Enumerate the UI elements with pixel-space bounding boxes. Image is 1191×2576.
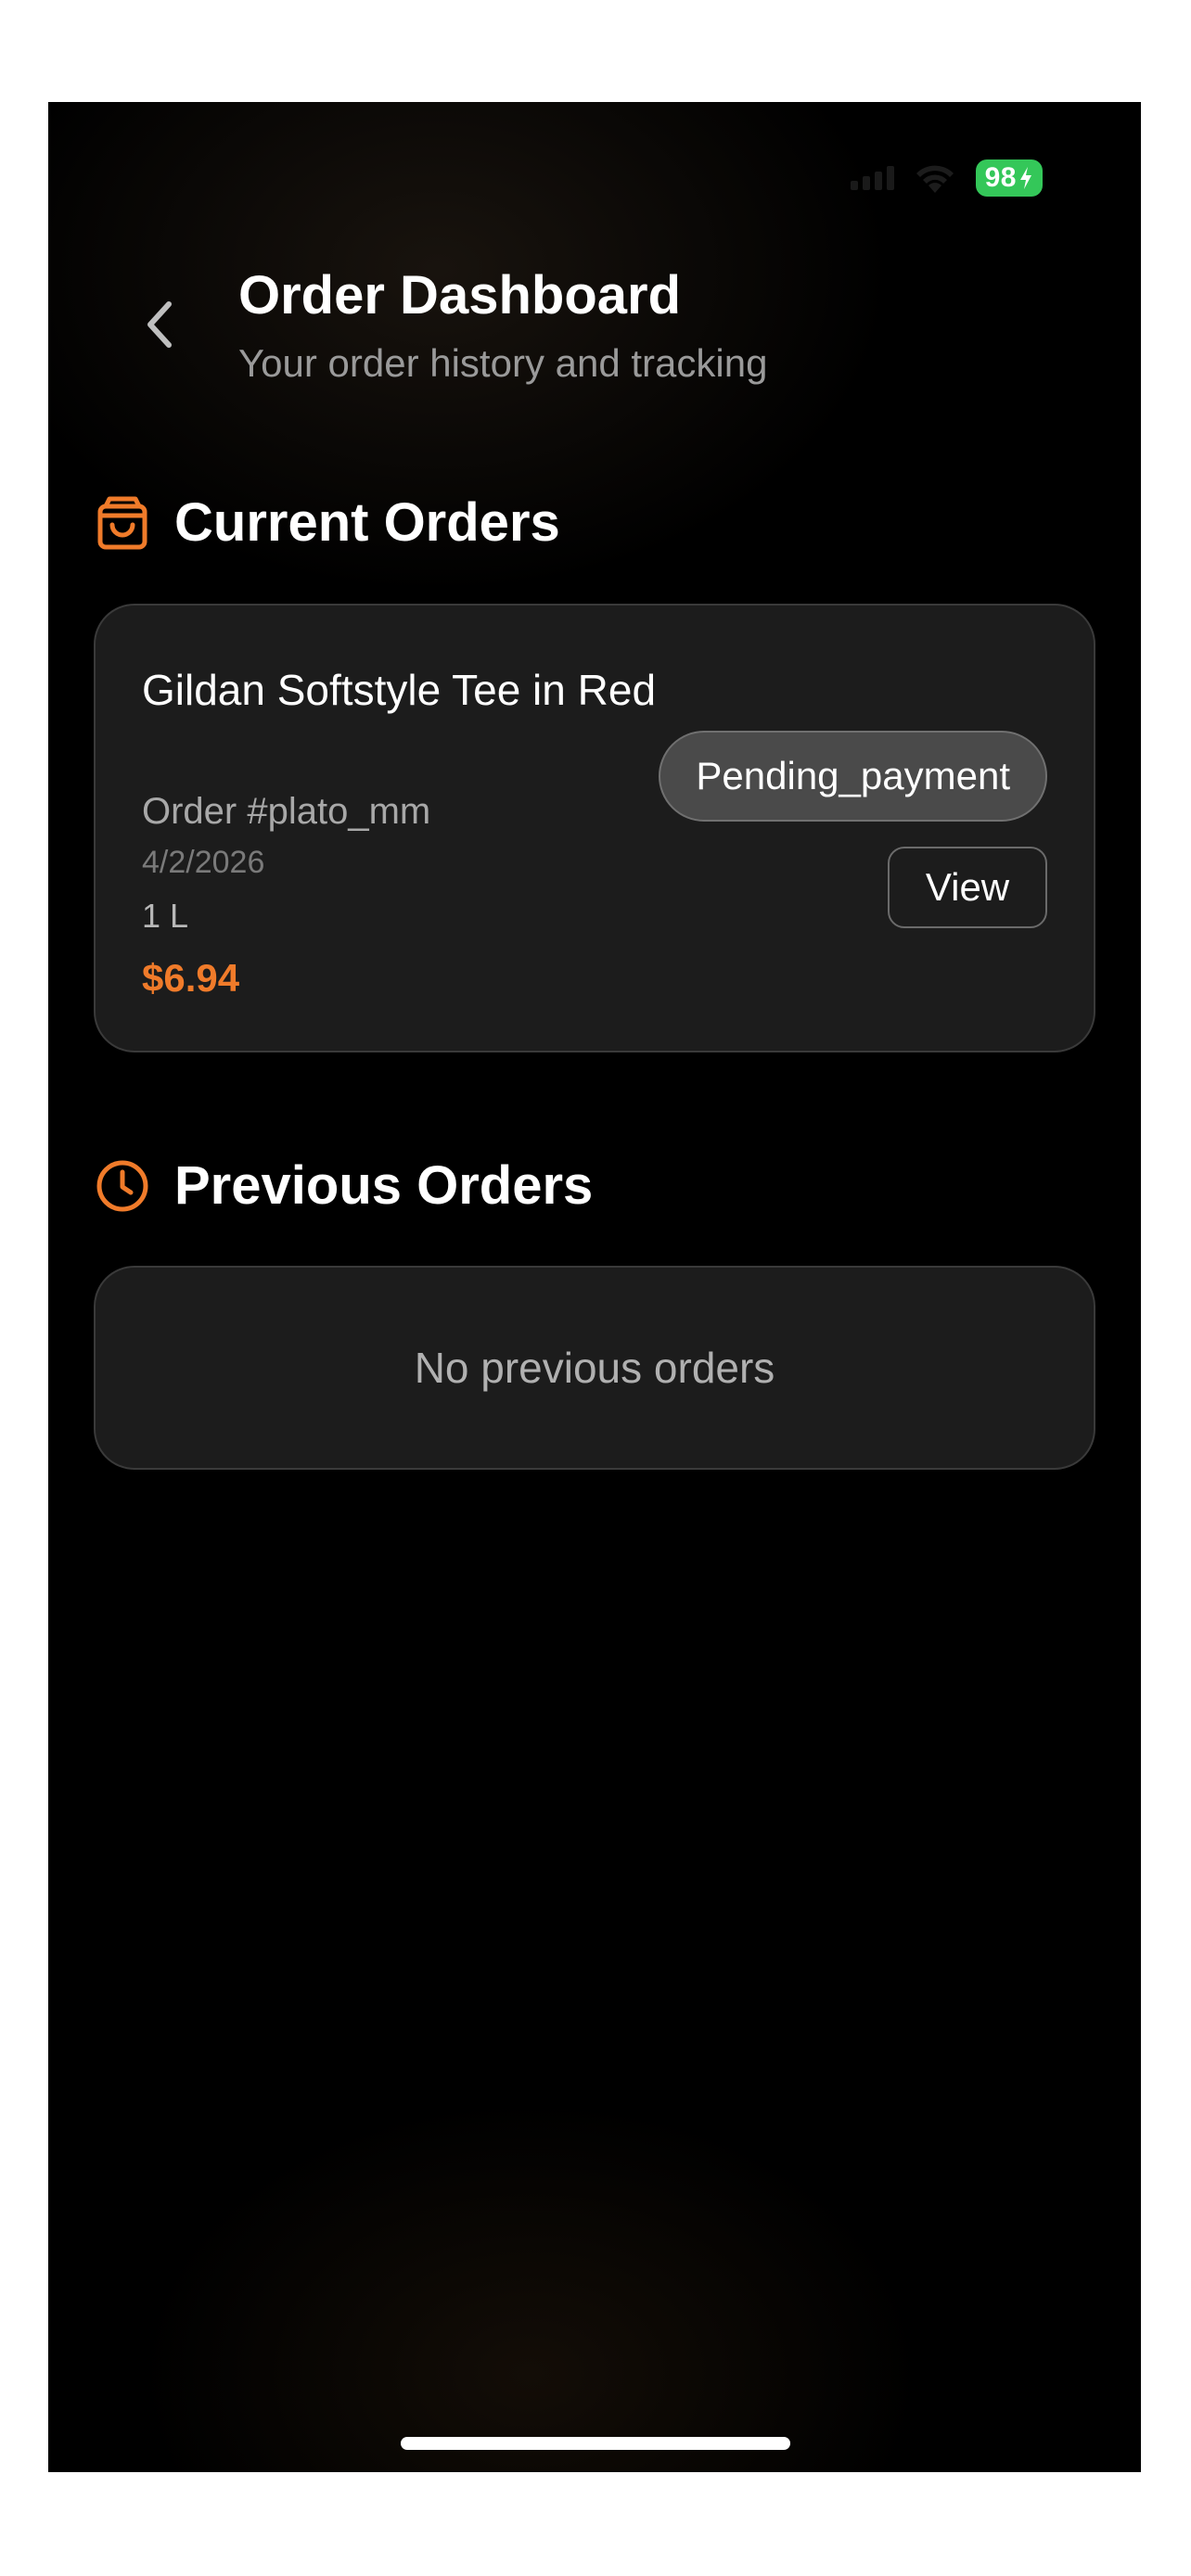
order-card[interactable]: Gildan Softstyle Tee in Red Order #plato… (94, 604, 1095, 1052)
charging-bolt-icon (1020, 167, 1031, 189)
battery-indicator: 98 (975, 159, 1043, 197)
shopping-bag-icon (95, 495, 150, 551)
wifi-icon (915, 162, 955, 194)
order-number: Order #plato_mm (142, 791, 431, 832)
cellular-signal-icon (850, 166, 894, 190)
clock-icon (95, 1158, 150, 1214)
view-order-button[interactable]: View (888, 847, 1047, 928)
product-name: Gildan Softstyle Tee in Red (142, 666, 657, 714)
page-subtitle: Your order history and tracking (238, 341, 768, 385)
current-orders-title: Current Orders (174, 492, 560, 553)
chevron-left-icon (147, 301, 172, 348)
battery-level: 98 (984, 162, 1017, 193)
current-orders-header: Current Orders (95, 491, 560, 554)
back-button[interactable] (122, 287, 197, 362)
order-date: 4/2/2026 (142, 845, 265, 880)
previous-orders-header: Previous Orders (95, 1154, 593, 1217)
previous-orders-empty-card: No previous orders (94, 1266, 1095, 1470)
home-indicator[interactable] (401, 2437, 790, 2450)
previous-orders-title: Previous Orders (174, 1155, 594, 1216)
app-screen: 98 Order Dashboard Your order history an… (48, 102, 1141, 2472)
order-size-quantity: 1 L (142, 897, 189, 935)
status-badge: Pending_payment (659, 731, 1047, 822)
status-bar: 98 (850, 159, 1043, 197)
page-title: Order Dashboard (238, 265, 681, 325)
order-price: $6.94 (142, 956, 240, 1000)
empty-state-text: No previous orders (414, 1344, 775, 1392)
